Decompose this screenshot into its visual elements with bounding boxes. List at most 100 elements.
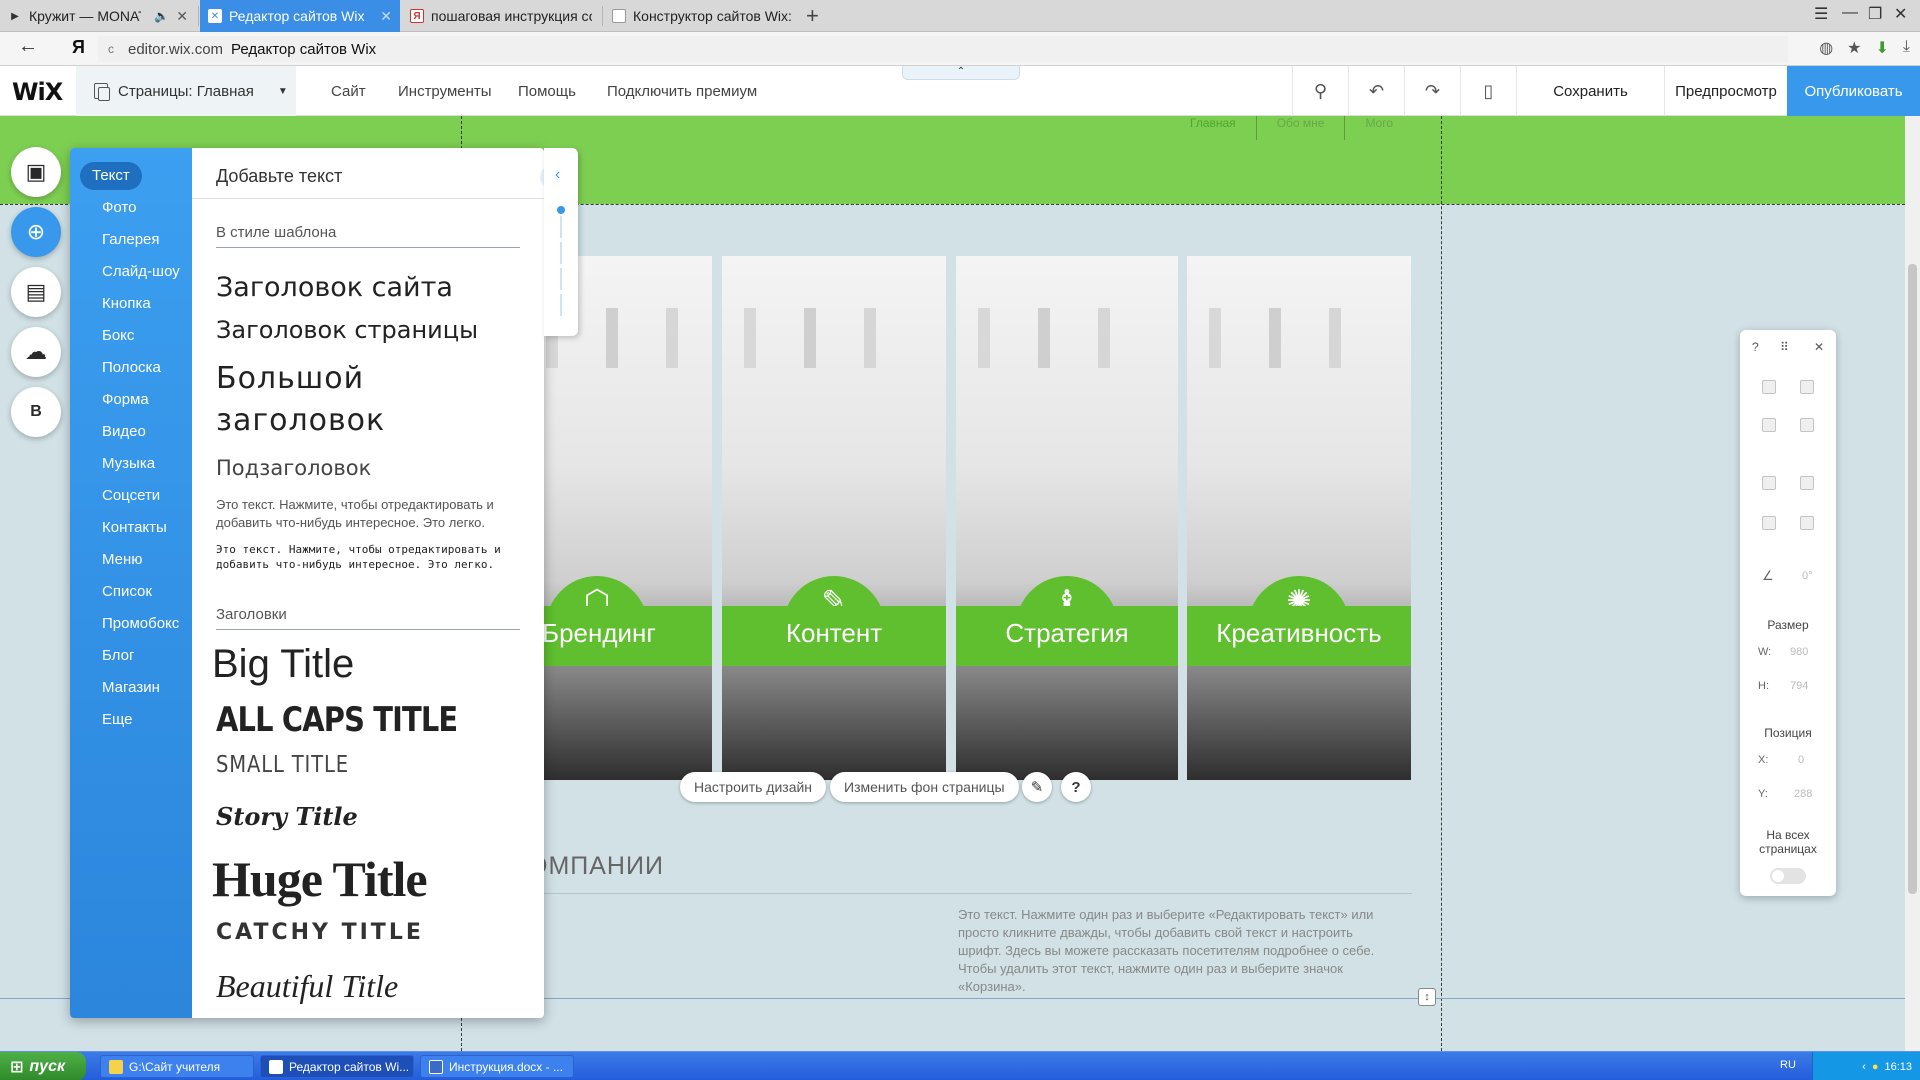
menu-tools[interactable]: Инструменты	[398, 83, 492, 100]
mute-icon[interactable]: 🔈	[154, 9, 169, 23]
preset-big-title-en[interactable]: Big Title	[212, 642, 522, 687]
blog-icon[interactable]: B	[11, 387, 61, 437]
close-icon[interactable]: ✕	[1814, 340, 1824, 354]
taskbar-item-folder[interactable]: G:\Сайт учителя	[100, 1055, 254, 1078]
paint-brush-icon[interactable]: ✎	[1022, 772, 1052, 802]
duplicate-icon[interactable]	[1762, 418, 1776, 432]
width-input[interactable]: 980	[1790, 646, 1808, 658]
close-tab-icon[interactable]: ✕	[380, 8, 392, 25]
browser-tab-music[interactable]: ▶ Кружит — MONATIK 🔈 ✕	[0, 0, 196, 32]
app-market-icon[interactable]: ▤	[11, 267, 61, 317]
help-icon[interactable]: ?	[1061, 772, 1091, 802]
height-input[interactable]: 794	[1790, 680, 1808, 692]
align-center-icon[interactable]	[1762, 516, 1776, 530]
minimize-icon[interactable]: —	[1842, 4, 1858, 22]
gallery-tile[interactable]: ✎ Контент	[722, 256, 946, 780]
menu-help[interactable]: Помощь	[518, 83, 576, 100]
site-nav-menu[interactable]: Главная Обо мне Мого	[1170, 116, 1413, 140]
reload-icon[interactable]: c	[108, 42, 114, 56]
background-icon[interactable]: ▣	[11, 147, 61, 197]
site-nav-item[interactable]: Мого	[1345, 116, 1413, 140]
category-photo[interactable]: Фото	[92, 194, 146, 222]
trash-icon[interactable]	[1800, 418, 1814, 432]
help-icon[interactable]: ?	[1752, 340, 1759, 354]
browser-tab-wix-editor[interactable]: ✕ Редактор сайтов Wix ✕	[200, 0, 400, 32]
change-background-button[interactable]: Изменить фон страницы	[830, 772, 1019, 802]
gallery-tile[interactable]: ✺ Креативность	[1187, 256, 1411, 780]
new-tab-button[interactable]: +	[806, 3, 819, 29]
distribute-icon[interactable]	[1800, 516, 1814, 530]
upload-icon[interactable]: ☁	[11, 327, 61, 377]
category-music[interactable]: Музыка	[92, 450, 165, 478]
category-promobox[interactable]: Промобокс	[92, 610, 189, 638]
arrange-icon[interactable]	[1762, 476, 1776, 490]
y-input[interactable]: 288	[1794, 788, 1812, 800]
panel-collapse-strip[interactable]: ‹	[544, 148, 578, 336]
preset-all-caps-title[interactable]: ALL CAPS TITLE	[216, 700, 480, 740]
category-store[interactable]: Магазин	[92, 674, 170, 702]
preset-subtitle[interactable]: Подзаголовок	[216, 456, 526, 480]
globe-icon[interactable]: ◍	[1819, 38, 1833, 58]
extension-icon[interactable]: ⬇	[1876, 38, 1889, 58]
about-paragraph[interactable]: Это текст. Нажмите один раз и выберите «…	[958, 906, 1398, 996]
category-list-item[interactable]: Список	[92, 578, 162, 606]
star-icon[interactable]: ★	[1847, 38, 1861, 58]
drag-handle-icon[interactable]: ⠿	[1780, 340, 1789, 354]
redo-icon[interactable]: ↷	[1404, 66, 1460, 116]
save-button[interactable]: Сохранить	[1516, 66, 1664, 116]
category-slideshow[interactable]: Слайд-шоу	[92, 258, 190, 286]
start-button[interactable]: ⊞ пуск	[0, 1052, 86, 1080]
customize-design-button[interactable]: Настроить дизайн	[680, 772, 827, 802]
category-more[interactable]: Еще	[92, 706, 143, 734]
category-box[interactable]: Бокс	[92, 322, 144, 350]
menu-upgrade[interactable]: Подключить премиум	[607, 83, 757, 100]
undo-icon[interactable]: ↶	[1348, 66, 1404, 116]
add-icon[interactable]: ⊕	[11, 207, 61, 257]
scrollbar-thumb[interactable]	[1908, 264, 1917, 894]
gallery-tile[interactable]: ♝ Стратегия	[956, 256, 1178, 780]
yandex-logo[interactable]: Я	[72, 37, 85, 58]
menu-site[interactable]: Сайт	[331, 83, 366, 100]
preset-story-title[interactable]: Story Title	[216, 802, 526, 831]
preset-big-title[interactable]: Большой заголовок	[216, 358, 406, 442]
category-form[interactable]: Форма	[92, 386, 159, 414]
preset-site-title[interactable]: Заголовок сайта	[216, 272, 526, 303]
rotation-value[interactable]: 0°	[1802, 570, 1813, 582]
clock[interactable]: 16:13	[1884, 1061, 1912, 1073]
preset-huge-title[interactable]: Huge Title	[212, 850, 522, 908]
category-blog[interactable]: Блог	[92, 642, 144, 670]
preset-page-title[interactable]: Заголовок страницы	[216, 316, 526, 344]
collapse-topbar-handle[interactable]: ⌃	[902, 66, 1020, 80]
preset-small-title[interactable]: SMALL TITLE	[216, 752, 480, 778]
category-contacts[interactable]: Контакты	[92, 514, 177, 542]
close-window-icon[interactable]: ✕	[1894, 4, 1907, 24]
language-indicator[interactable]: RU	[1780, 1059, 1796, 1071]
publish-button[interactable]: Опубликовать	[1787, 66, 1920, 116]
back-arrow-icon[interactable]: ←	[18, 35, 38, 58]
preset-beautiful-title[interactable]: Beautiful Title	[216, 968, 526, 1005]
paste-icon[interactable]	[1800, 380, 1814, 394]
browser-tab-article[interactable]: Конструктор сайтов Wix: ка	[604, 0, 800, 32]
category-social[interactable]: Соцсети	[92, 482, 170, 510]
pages-dropdown[interactable]: Страницы: Главная ▼	[76, 66, 296, 116]
mobile-view-icon[interactable]: ▯	[1460, 66, 1516, 116]
taskbar-item-browser[interactable]: Редактор сайтов Wi...	[260, 1055, 414, 1078]
preview-button[interactable]: Предпросмотр	[1664, 66, 1787, 116]
tray-arrow-icon[interactable]: ‹	[1862, 1061, 1866, 1073]
show-on-all-pages-toggle[interactable]	[1770, 868, 1806, 884]
site-nav-item[interactable]: Главная	[1170, 116, 1257, 140]
menu-icon[interactable]: ☰	[1814, 4, 1828, 24]
site-nav-item[interactable]: Обо мне	[1257, 116, 1346, 140]
preset-paragraph-2[interactable]: Это текст. Нажмите, чтобы отредактироват…	[216, 542, 526, 572]
x-input[interactable]: 0	[1798, 754, 1804, 766]
rotate-icon[interactable]: ∠	[1762, 568, 1774, 584]
category-strip[interactable]: Полоска	[92, 354, 171, 382]
section-resize-handle[interactable]: ↕	[1418, 988, 1436, 1006]
category-menu[interactable]: Меню	[92, 546, 153, 574]
chevron-left-icon[interactable]: ‹	[555, 166, 560, 184]
preset-catchy-title[interactable]: CATCHY TITLE	[216, 920, 526, 945]
url-field[interactable]: c editor.wix.com Редактор сайтов Wix	[98, 36, 1788, 62]
vertical-scrollbar[interactable]	[1905, 116, 1920, 1051]
taskbar-item-word[interactable]: Инструкция.docx - ...	[420, 1055, 574, 1078]
align-right-icon[interactable]	[1800, 476, 1814, 490]
